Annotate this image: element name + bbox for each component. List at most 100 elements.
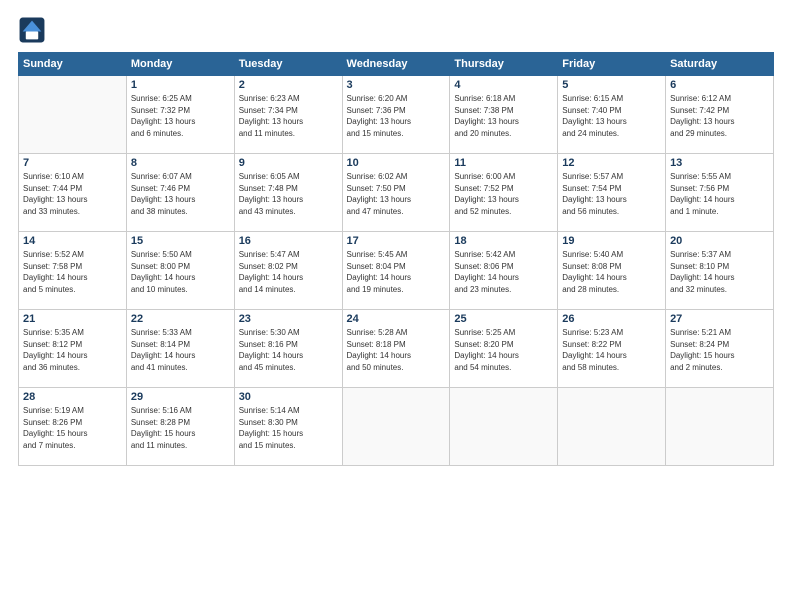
day-info: Sunrise: 6:18 AM Sunset: 7:38 PM Dayligh…	[454, 93, 553, 139]
calendar-cell: 12 Sunrise: 5:57 AM Sunset: 7:54 PM Dayli…	[558, 154, 666, 232]
day-number: 22	[131, 313, 230, 325]
calendar-cell: 7 Sunrise: 6:10 AM Sunset: 7:44 PM Daylig…	[19, 154, 127, 232]
day-info: Sunrise: 6:15 AM Sunset: 7:40 PM Dayligh…	[562, 93, 661, 139]
logo-icon	[18, 16, 46, 44]
week-row-1: 1 Sunrise: 6:25 AM Sunset: 7:32 PM Daylig…	[19, 76, 774, 154]
header	[18, 16, 774, 44]
day-number: 7	[23, 157, 122, 169]
day-info: Sunrise: 5:30 AM Sunset: 8:16 PM Dayligh…	[239, 327, 338, 373]
day-number: 12	[562, 157, 661, 169]
page: SundayMondayTuesdayWednesdayThursdayFrid…	[0, 0, 792, 612]
day-number: 6	[670, 79, 769, 91]
day-info: Sunrise: 6:10 AM Sunset: 7:44 PM Dayligh…	[23, 171, 122, 217]
week-row-3: 14 Sunrise: 5:52 AM Sunset: 7:58 PM Dayli…	[19, 232, 774, 310]
day-info: Sunrise: 6:12 AM Sunset: 7:42 PM Dayligh…	[670, 93, 769, 139]
calendar-cell: 11 Sunrise: 6:00 AM Sunset: 7:52 PM Dayli…	[450, 154, 558, 232]
day-info: Sunrise: 5:19 AM Sunset: 8:26 PM Dayligh…	[23, 405, 122, 451]
day-number: 1	[131, 79, 230, 91]
weekday-tuesday: Tuesday	[234, 53, 342, 76]
day-info: Sunrise: 5:33 AM Sunset: 8:14 PM Dayligh…	[131, 327, 230, 373]
day-info: Sunrise: 5:37 AM Sunset: 8:10 PM Dayligh…	[670, 249, 769, 295]
weekday-saturday: Saturday	[666, 53, 774, 76]
calendar-cell: 16 Sunrise: 5:47 AM Sunset: 8:02 PM Dayli…	[234, 232, 342, 310]
day-number: 9	[239, 157, 338, 169]
day-number: 17	[347, 235, 446, 247]
day-number: 29	[131, 391, 230, 403]
calendar-cell	[666, 388, 774, 466]
calendar-cell: 3 Sunrise: 6:20 AM Sunset: 7:36 PM Daylig…	[342, 76, 450, 154]
day-number: 16	[239, 235, 338, 247]
day-info: Sunrise: 5:14 AM Sunset: 8:30 PM Dayligh…	[239, 405, 338, 451]
day-info: Sunrise: 5:45 AM Sunset: 8:04 PM Dayligh…	[347, 249, 446, 295]
weekday-thursday: Thursday	[450, 53, 558, 76]
week-row-2: 7 Sunrise: 6:10 AM Sunset: 7:44 PM Daylig…	[19, 154, 774, 232]
day-number: 28	[23, 391, 122, 403]
calendar-cell: 1 Sunrise: 6:25 AM Sunset: 7:32 PM Daylig…	[126, 76, 234, 154]
day-info: Sunrise: 6:23 AM Sunset: 7:34 PM Dayligh…	[239, 93, 338, 139]
weekday-friday: Friday	[558, 53, 666, 76]
calendar-cell: 5Sunrise: 6:15 AM Sunset: 7:40 PM Daylig…	[558, 76, 666, 154]
calendar-cell: 17 Sunrise: 5:45 AM Sunset: 8:04 PM Dayli…	[342, 232, 450, 310]
day-info: Sunrise: 6:02 AM Sunset: 7:50 PM Dayligh…	[347, 171, 446, 217]
calendar-cell	[558, 388, 666, 466]
day-number: 24	[347, 313, 446, 325]
day-info: Sunrise: 5:23 AM Sunset: 8:22 PM Dayligh…	[562, 327, 661, 373]
day-info: Sunrise: 5:16 AM Sunset: 8:28 PM Dayligh…	[131, 405, 230, 451]
week-row-4: 21 Sunrise: 5:35 AM Sunset: 8:12 PM Dayli…	[19, 310, 774, 388]
day-number: 14	[23, 235, 122, 247]
day-number: 11	[454, 157, 553, 169]
weekday-monday: Monday	[126, 53, 234, 76]
day-info: Sunrise: 5:21 AM Sunset: 8:24 PM Dayligh…	[670, 327, 769, 373]
calendar-cell: 26 Sunrise: 5:23 AM Sunset: 8:22 PM Dayli…	[558, 310, 666, 388]
calendar-cell: 27 Sunrise: 5:21 AM Sunset: 8:24 PM Dayli…	[666, 310, 774, 388]
day-info: Sunrise: 5:57 AM Sunset: 7:54 PM Dayligh…	[562, 171, 661, 217]
calendar-cell: 13Sunrise: 5:55 AM Sunset: 7:56 PM Dayli…	[666, 154, 774, 232]
day-info: Sunrise: 5:47 AM Sunset: 8:02 PM Dayligh…	[239, 249, 338, 295]
calendar-cell: 29 Sunrise: 5:16 AM Sunset: 8:28 PM Dayli…	[126, 388, 234, 466]
calendar-cell: 9 Sunrise: 6:05 AM Sunset: 7:48 PM Daylig…	[234, 154, 342, 232]
calendar-body: 1 Sunrise: 6:25 AM Sunset: 7:32 PM Daylig…	[19, 76, 774, 466]
calendar-cell: 30 Sunrise: 5:14 AM Sunset: 8:30 PM Dayli…	[234, 388, 342, 466]
calendar-table: SundayMondayTuesdayWednesdayThursdayFrid…	[18, 52, 774, 466]
calendar-cell: 18Sunrise: 5:42 AM Sunset: 8:06 PM Dayli…	[450, 232, 558, 310]
day-number: 2	[239, 79, 338, 91]
calendar-cell: 4 Sunrise: 6:18 AM Sunset: 7:38 PM Daylig…	[450, 76, 558, 154]
day-number: 10	[347, 157, 446, 169]
week-row-5: 28 Sunrise: 5:19 AM Sunset: 8:26 PM Dayli…	[19, 388, 774, 466]
day-number: 27	[670, 313, 769, 325]
day-info: Sunrise: 6:00 AM Sunset: 7:52 PM Dayligh…	[454, 171, 553, 217]
day-info: Sunrise: 6:20 AM Sunset: 7:36 PM Dayligh…	[347, 93, 446, 139]
calendar-cell: 10 Sunrise: 6:02 AM Sunset: 7:50 PM Dayli…	[342, 154, 450, 232]
day-number: 3	[347, 79, 446, 91]
calendar-cell: 14 Sunrise: 5:52 AM Sunset: 7:58 PM Dayli…	[19, 232, 127, 310]
calendar-cell: 8Sunrise: 6:07 AM Sunset: 7:46 PM Daylig…	[126, 154, 234, 232]
calendar-cell: 19 Sunrise: 5:40 AM Sunset: 8:08 PM Dayli…	[558, 232, 666, 310]
logo	[18, 16, 50, 44]
day-info: Sunrise: 6:25 AM Sunset: 7:32 PM Dayligh…	[131, 93, 230, 139]
day-info: Sunrise: 6:05 AM Sunset: 7:48 PM Dayligh…	[239, 171, 338, 217]
day-info: Sunrise: 5:40 AM Sunset: 8:08 PM Dayligh…	[562, 249, 661, 295]
calendar-cell: 24 Sunrise: 5:28 AM Sunset: 8:18 PM Dayli…	[342, 310, 450, 388]
weekday-header-row: SundayMondayTuesdayWednesdayThursdayFrid…	[19, 53, 774, 76]
calendar-cell: 20 Sunrise: 5:37 AM Sunset: 8:10 PM Dayli…	[666, 232, 774, 310]
day-info: Sunrise: 5:42 AM Sunset: 8:06 PM Dayligh…	[454, 249, 553, 295]
calendar-cell: 2 Sunrise: 6:23 AM Sunset: 7:34 PM Daylig…	[234, 76, 342, 154]
weekday-wednesday: Wednesday	[342, 53, 450, 76]
day-number: 15	[131, 235, 230, 247]
day-info: Sunrise: 5:52 AM Sunset: 7:58 PM Dayligh…	[23, 249, 122, 295]
calendar-cell	[342, 388, 450, 466]
day-info: Sunrise: 6:07 AM Sunset: 7:46 PM Dayligh…	[131, 171, 230, 217]
day-info: Sunrise: 5:35 AM Sunset: 8:12 PM Dayligh…	[23, 327, 122, 373]
day-number: 30	[239, 391, 338, 403]
day-number: 19	[562, 235, 661, 247]
day-number: 13	[670, 157, 769, 169]
day-number: 26	[562, 313, 661, 325]
calendar-cell: 23Sunrise: 5:30 AM Sunset: 8:16 PM Dayli…	[234, 310, 342, 388]
calendar-cell: 25Sunrise: 5:25 AM Sunset: 8:20 PM Dayli…	[450, 310, 558, 388]
calendar-cell: 15Sunrise: 5:50 AM Sunset: 8:00 PM Dayli…	[126, 232, 234, 310]
calendar-cell: 22 Sunrise: 5:33 AM Sunset: 8:14 PM Dayli…	[126, 310, 234, 388]
day-number: 21	[23, 313, 122, 325]
day-info: Sunrise: 5:28 AM Sunset: 8:18 PM Dayligh…	[347, 327, 446, 373]
day-number: 20	[670, 235, 769, 247]
day-number: 4	[454, 79, 553, 91]
